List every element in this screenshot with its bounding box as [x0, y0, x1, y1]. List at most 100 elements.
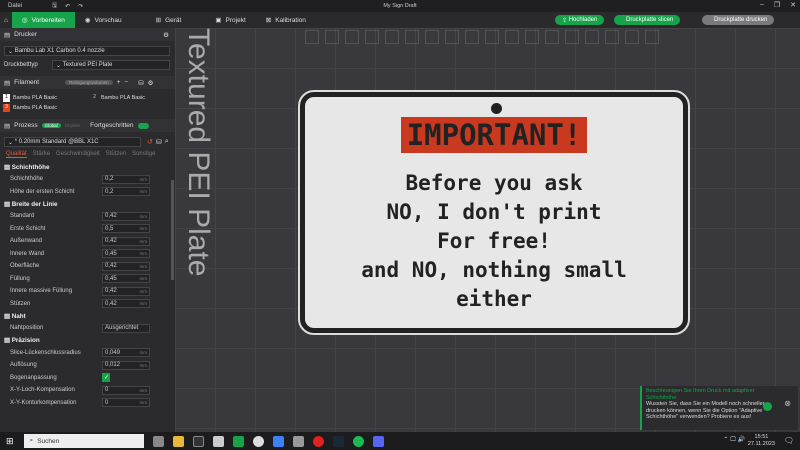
arrange-icon[interactable] — [365, 30, 379, 44]
filament-slot[interactable]: 1 Bambu PLA Basic — [3, 94, 83, 102]
measure-icon[interactable] — [525, 30, 539, 44]
filament-slot[interactable]: 3 Bambu PLA Basic — [3, 104, 83, 112]
steam-icon[interactable] — [332, 435, 344, 447]
toast-action-icon[interactable] — [763, 402, 772, 411]
filament-slot[interactable]: 2 Bambu PLA Basic — [91, 94, 171, 102]
tab-support[interactable]: Stützen — [106, 151, 126, 158]
view-icon[interactable] — [645, 30, 659, 44]
param-input[interactable]: 0,42 mm — [102, 261, 150, 271]
param-input[interactable]: 0,42 mm — [102, 236, 150, 246]
param-input[interactable]: ✓ — [102, 373, 110, 383]
app-icon[interactable] — [272, 435, 284, 447]
flatten-icon[interactable] — [625, 30, 639, 44]
param-input[interactable]: 0,42 mm — [102, 286, 150, 296]
param-input[interactable]: 0 mm — [102, 398, 150, 408]
app-icon[interactable] — [292, 435, 304, 447]
gear-icon[interactable]: ⚙ — [163, 31, 169, 39]
minecraft-icon[interactable] — [212, 435, 224, 447]
support-paint-icon[interactable] — [465, 30, 479, 44]
minimize-icon[interactable]: – — [760, 1, 764, 9]
add-cube-icon[interactable] — [305, 30, 319, 44]
windows-start-icon[interactable]: ⊞ — [6, 436, 14, 447]
param-input[interactable]: 0,5 mm — [102, 224, 150, 234]
sync-icon[interactable]: ⛁ — [138, 79, 143, 87]
system-tray-icons[interactable]: ⌃ 🖵 🔊 — [723, 437, 745, 444]
file-explorer-icon[interactable] — [172, 435, 184, 447]
param-input[interactable]: 0,42 mm — [102, 299, 150, 309]
cleaning-volume-button[interactable]: Reinigungsvolumen — [65, 80, 113, 85]
grid-icon[interactable] — [325, 30, 339, 44]
spotify-icon[interactable] — [352, 435, 364, 447]
bed-type-select[interactable]: ⌄ Textured PEI Plate — [52, 60, 170, 70]
settings-panel: ▤ Drucker ⚙ ⌄ Bambu Lab X1 Carbon 0.4 nozz… — [0, 28, 175, 432]
gear-icon[interactable]: ⚙ — [148, 79, 154, 87]
close-icon[interactable]: ✕ — [790, 1, 796, 9]
upload-button[interactable]: ⇪ Hochladen — [555, 15, 605, 25]
move-icon[interactable] — [385, 30, 399, 44]
scale-icon[interactable] — [425, 30, 439, 44]
taskbar-search[interactable]: ⌕ Suchen — [23, 434, 144, 448]
advanced-switch[interactable] — [137, 122, 149, 129]
param-input[interactable]: 0,45 mm — [102, 249, 150, 259]
param-input[interactable]: 0,45 mm — [102, 274, 150, 284]
global-toggle[interactable]: Global — [41, 123, 61, 128]
scrollbar[interactable] — [171, 180, 174, 280]
objects-toggle[interactable]: Objekte — [65, 123, 81, 128]
search-icon[interactable]: ⌕ — [165, 138, 169, 146]
cut-icon[interactable] — [445, 30, 459, 44]
reset-icon[interactable]: ↺ — [147, 138, 153, 146]
tab-prepare[interactable]: ◎ Vorbereiten — [11, 12, 75, 28]
tab-quality[interactable]: Qualität — [6, 151, 27, 158]
remove-icon[interactable]: − — [124, 79, 128, 86]
param-input[interactable]: 0,42 mm — [102, 211, 150, 221]
param-group-header[interactable]: ▤ Naht — [0, 310, 175, 322]
tab-project[interactable]: ▣ Projekt — [205, 12, 255, 28]
process-preset-select[interactable]: ⌄ * 0.20mm Standard @BBL X1C — [4, 137, 141, 147]
emboss-icon[interactable] — [585, 30, 599, 44]
rotate-icon[interactable] — [405, 30, 419, 44]
sign-model[interactable]: IMPORTANT! Before you ask NO, I don't pr… — [298, 90, 690, 335]
printer-select[interactable]: ⌄ Bambu Lab X1 Carbon 0.4 nozzle — [4, 46, 170, 56]
terminal-icon[interactable] — [192, 435, 204, 447]
add-icon[interactable]: + — [117, 79, 121, 86]
toast-title[interactable]: Beschleunigen Sie Ihren Druck mit adapti… — [646, 388, 771, 401]
task-view-icon[interactable] — [152, 435, 164, 447]
discord-icon[interactable] — [372, 435, 384, 447]
param-input[interactable]: 0,2 mm — [102, 174, 150, 184]
layer-icon[interactable] — [605, 30, 619, 44]
tab-strength[interactable]: Stärke — [33, 151, 50, 158]
seam-paint-icon[interactable] — [485, 30, 499, 44]
orient-icon[interactable] — [345, 30, 359, 44]
close-icon[interactable]: ⊗ — [784, 400, 791, 408]
save-preset-icon[interactable]: ⛁ — [156, 138, 162, 146]
param-input[interactable]: 0 mm — [102, 385, 150, 395]
opera-icon[interactable] — [312, 435, 324, 447]
print-button[interactable]: Druckplatte drucken — [702, 15, 775, 25]
param-input[interactable]: 0,2 mm — [102, 187, 150, 197]
tab-other[interactable]: Sonstige — [132, 151, 155, 158]
tab-preview[interactable]: ◉ Vorschau — [75, 12, 132, 28]
param-input[interactable]: 0,012 mm — [102, 360, 150, 370]
param-label: Innere massive Füllung — [10, 288, 73, 295]
param-group-header[interactable]: ▤ Präzision — [0, 335, 175, 347]
param-input[interactable]: 0,049 mm — [102, 348, 150, 358]
param-group-header[interactable]: ▤ Breite der Linie — [0, 198, 175, 210]
text-icon[interactable] — [505, 30, 519, 44]
notification-icon[interactable]: 🗨 — [784, 436, 794, 445]
param-input[interactable]: Ausgerichtet — [102, 323, 150, 333]
tab-calibration[interactable]: ⊠ Kalibration — [256, 12, 316, 28]
assembly-icon[interactable] — [545, 30, 559, 44]
slice-button[interactable]: Druckplatte slicen — [614, 15, 681, 25]
project-icon: ▣ — [215, 17, 222, 24]
chrome-icon[interactable] — [252, 435, 264, 447]
clock[interactable]: 15:51 27.11.2023 — [748, 434, 775, 448]
maximize-icon[interactable]: ❐ — [774, 1, 780, 9]
color-paint-icon[interactable] — [565, 30, 579, 44]
bambu-studio-icon[interactable] — [232, 435, 244, 447]
home-icon[interactable]: ⌂ — [0, 12, 12, 28]
tab-device[interactable]: ⊞ Gerät — [146, 12, 192, 28]
tip-notification: Beschleunigen Sie Ihren Druck mit adapti… — [640, 386, 798, 430]
param-unit: mm — [139, 362, 148, 368]
tab-speed[interactable]: Geschwindigkeit — [56, 151, 100, 158]
param-group-header[interactable]: ▤ Schichthöhe — [0, 161, 175, 173]
